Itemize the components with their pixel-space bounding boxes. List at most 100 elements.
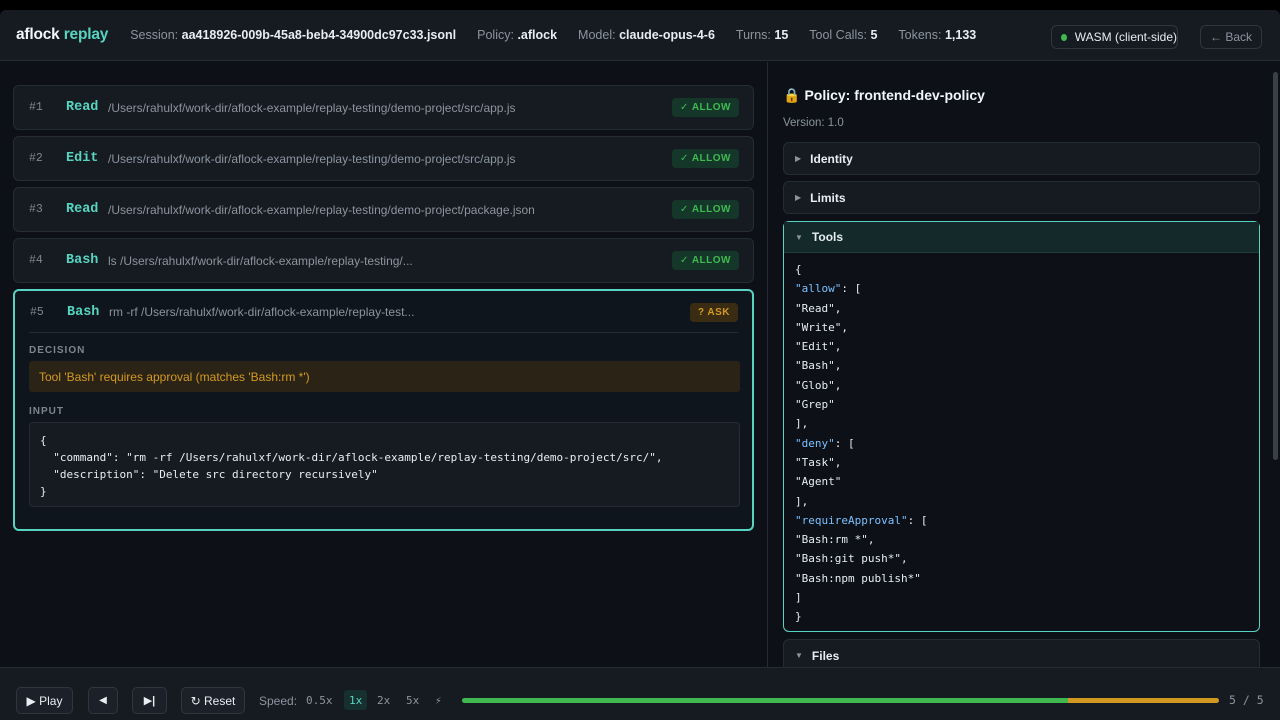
turns-label: Turns: — [735, 28, 771, 42]
toolcalls-value: 5 — [870, 28, 878, 42]
allow-badge: ✓ ALLOW — [672, 200, 739, 219]
turn-path: /Users/rahulxf/work-dir/aflock-example/r… — [108, 151, 516, 166]
policy-title: 🔒 Policy: frontend-dev-policy — [783, 87, 985, 104]
progress-ask-segment — [1067, 698, 1219, 703]
skip-end-button[interactable]: ▶| — [132, 687, 167, 714]
allow-badge: ✓ ALLOW — [672, 149, 739, 168]
lock-icon: 🔒 — [783, 87, 801, 103]
json-value: Bash:rm * — [801, 533, 862, 547]
section-identity[interactable]: ▶ Identity — [783, 142, 1260, 175]
policy-version: Version: 1.0 — [783, 117, 844, 129]
turn-tool: Read — [66, 100, 99, 115]
header-bar: aflock replay Session: aa418926-009b-45a… — [0, 10, 1280, 61]
model-value: claude-opus-4-6 — [619, 28, 715, 42]
json-value: Grep — [801, 398, 829, 412]
policy-info: Policy: .aflock — [477, 28, 557, 42]
toolcalls-label: Tool Calls: — [809, 28, 867, 42]
turn-number: #3 — [29, 203, 43, 216]
tools-json: { "allow": [ "Read", "Write", "Edit", "B… — [795, 263, 928, 624]
section-label: Limits — [810, 190, 846, 205]
turn-item[interactable]: #4 Bash ls /Users/rahulxf/work-dir/afloc… — [13, 238, 754, 283]
caret-right-icon: ▶ — [795, 154, 802, 163]
json-value: Bash:git push* — [801, 552, 895, 566]
turn-number: #1 — [29, 101, 43, 114]
app-logo: aflock replay — [16, 26, 108, 44]
input-json-block: { "command": "rm -rf /Users/rahulxf/work… — [29, 422, 740, 507]
previous-button[interactable]: ◀ — [88, 687, 118, 714]
turn-path: rm -rf /Users/rahulxf/work-dir/aflock-ex… — [109, 305, 415, 319]
turn-item[interactable]: #3 Read /Users/rahulxf/work-dir/aflock-e… — [13, 187, 754, 232]
json-value: Bash:npm publish* — [801, 571, 915, 585]
section-files[interactable]: ▼ Files — [783, 639, 1260, 667]
speed-option-2x[interactable]: 2x — [372, 690, 395, 710]
turn-path: /Users/rahulxf/work-dir/aflock-example/r… — [108, 202, 535, 217]
wasm-status-badge: WASM (client-side) — [1051, 25, 1178, 49]
json-key-deny: "deny" — [795, 436, 835, 450]
turn-number: #4 — [29, 254, 43, 267]
model-info: Model: claude-opus-4-6 — [578, 28, 715, 42]
tokens-value: 1,133 — [944, 28, 977, 42]
tokens-label: Tokens: — [898, 28, 942, 42]
turn-counter: 5 / 5 — [1229, 693, 1264, 707]
turn-item-selected[interactable]: #5 Bash rm -rf /Users/rahulxf/work-dir/a… — [13, 289, 754, 531]
speed-option-0-5x[interactable]: 0.5x — [301, 690, 338, 710]
turn-tool: Read — [66, 202, 99, 217]
section-header[interactable]: ▶ Limits — [784, 182, 1259, 213]
json-key-require-approval: "requireApproval" — [795, 513, 908, 527]
policy-value: .aflock — [517, 28, 558, 42]
speed-option-1x[interactable]: 1x — [344, 690, 368, 710]
turn-header-row[interactable]: #5 Bash rm -rf /Users/rahulxf/work-dir/a… — [15, 291, 752, 333]
json-value: Task — [801, 455, 829, 469]
json-value: Read — [801, 301, 829, 315]
tokens-info: Tokens: 1,133 — [898, 28, 976, 42]
turn-item[interactable]: #2 Edit /Users/rahulxf/work-dir/aflock-e… — [13, 136, 754, 181]
section-header[interactable]: ▶ Identity — [784, 143, 1259, 174]
policy-title-text: Policy: frontend-dev-policy — [804, 87, 985, 103]
turns-info: Turns: 15 — [736, 28, 788, 42]
json-value: Glob — [801, 378, 829, 392]
caret-down-icon: ▼ — [795, 651, 803, 660]
model-label: Model: — [578, 28, 616, 42]
play-button[interactable]: ▶ Play — [16, 687, 73, 714]
progress-allowed-segment — [462, 698, 1068, 703]
turn-item[interactable]: #1 Read /Users/rahulxf/work-dir/aflock-e… — [13, 85, 754, 130]
turn-path: /Users/rahulxf/work-dir/aflock-example/r… — [108, 100, 516, 115]
speed-max-icon[interactable]: ⚡ — [430, 690, 447, 710]
session-value: aa418926-009b-45a8-beb4-34900dc97c33.jso… — [181, 28, 457, 42]
allow-badge: ✓ ALLOW — [672, 251, 739, 270]
brand-accent: replay — [63, 26, 109, 43]
turns-value: 15 — [774, 28, 789, 42]
speed-label: Speed: — [259, 694, 298, 708]
turn-number: #2 — [29, 152, 43, 165]
turn-tool: Edit — [66, 151, 99, 166]
section-header[interactable]: ▼ Files — [784, 640, 1259, 667]
scrollbar[interactable] — [1273, 72, 1278, 460]
section-tools[interactable]: ▼ Tools { "allow": [ "Read", "Write", "E… — [783, 221, 1260, 632]
decision-label: DECISION — [29, 345, 86, 356]
allow-badge: ✓ ALLOW — [672, 98, 739, 117]
reset-button[interactable]: ↻ Reset — [181, 687, 245, 714]
json-value: Edit — [801, 340, 829, 354]
section-label: Identity — [810, 151, 853, 166]
json-value: Bash — [801, 359, 829, 373]
wasm-label: WASM (client-side) — [1074, 30, 1177, 44]
json-value: Write — [801, 320, 835, 334]
speed-option-5x[interactable]: 5x — [401, 690, 424, 710]
json-key-allow: "allow" — [795, 282, 842, 296]
policy-label: Policy: — [477, 28, 514, 42]
brand-main: aflock — [16, 26, 60, 43]
ask-badge: ? ASK — [689, 302, 738, 322]
caret-down-icon: ▼ — [795, 232, 803, 242]
session-label: Session: — [130, 28, 179, 42]
progress-bar[interactable] — [462, 698, 1219, 703]
section-label: Files — [811, 648, 840, 663]
turn-path: ls /Users/rahulxf/work-dir/aflock-exampl… — [108, 253, 413, 268]
back-button[interactable]: ← Back — [1200, 25, 1262, 49]
toolcalls-info: Tool Calls: 5 — [809, 28, 877, 42]
turn-number: #5 — [30, 305, 44, 319]
section-limits[interactable]: ▶ Limits — [783, 181, 1260, 214]
section-header[interactable]: ▼ Tools — [784, 222, 1259, 253]
caret-right-icon: ▶ — [795, 193, 802, 202]
input-label: INPUT — [29, 406, 64, 417]
app-window: aflock replay Session: aa418926-009b-45a… — [0, 10, 1280, 720]
